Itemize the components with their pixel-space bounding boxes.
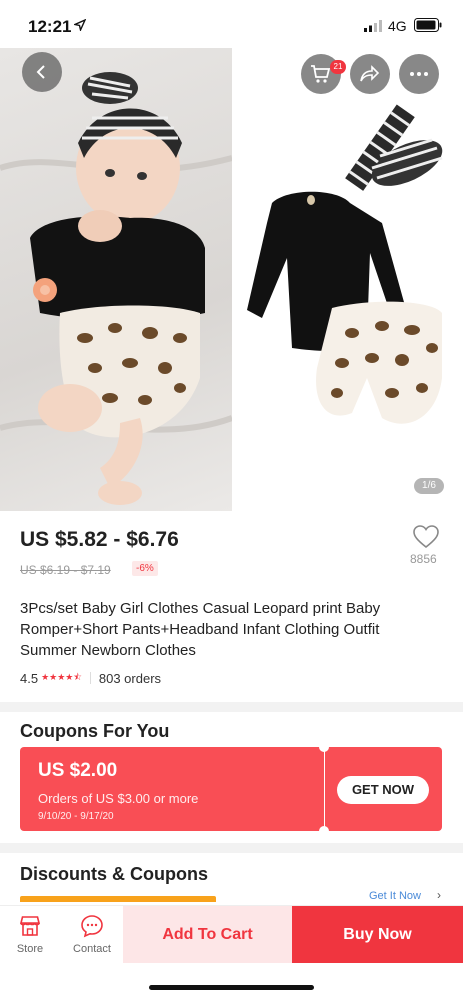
chevron-right-icon[interactable]: › [437, 888, 441, 902]
discount-badge: -6% [132, 561, 158, 576]
status-bar: 12:21 4G [0, 0, 463, 48]
get-it-now-link[interactable]: Get It Now [369, 890, 421, 902]
discounts-section-title: Discounts & Coupons [20, 864, 208, 884]
store-label: Store [16, 943, 44, 955]
network-type: 4G [388, 18, 407, 34]
coupon-dates: 9/10/20 - 9/17/20 [38, 811, 114, 822]
contact-label: Contact [73, 943, 111, 955]
discount-banner [20, 896, 216, 902]
cart-icon [311, 65, 331, 83]
home-indicator[interactable] [149, 985, 314, 990]
rating-value: 4.5 [20, 670, 39, 686]
heart-icon[interactable] [413, 525, 439, 549]
product-photo-set [232, 48, 463, 511]
orders-count: 803 orders [98, 670, 162, 686]
more-button[interactable] [399, 54, 439, 94]
rating-divider [89, 672, 91, 684]
section-divider [0, 702, 463, 712]
coupon-condition: Orders of US $3.00 or more [38, 791, 199, 806]
coupon-amount: US $2.00 [38, 760, 118, 781]
coupons-section-title: Coupons For You [20, 721, 170, 741]
product-gallery[interactable] [0, 48, 463, 511]
rating-stars: ★★★★⯪ [41, 672, 82, 682]
cart-badge: 21 [330, 60, 346, 74]
battery-icon [414, 18, 442, 32]
contact-button[interactable]: Contact [62, 906, 122, 963]
outfit-set-illustration [247, 104, 443, 424]
coupon-notch [319, 826, 329, 836]
store-button[interactable]: Store [0, 906, 60, 963]
image-counter: 1/6 [414, 478, 444, 494]
original-price: US $6.19 - $7.19 [20, 563, 111, 577]
section-divider [0, 843, 463, 853]
rating-row[interactable]: 4.5 ★★★★⯪ 803 orders [20, 670, 161, 686]
coupon-details: US $2.00 Orders of US $3.00 or more 9/10… [20, 747, 324, 831]
coupon-card[interactable]: US $2.00 Orders of US $3.00 or more 9/10… [20, 742, 442, 836]
chevron-left-icon [36, 65, 45, 79]
coupon-action: GET NOW [325, 747, 442, 831]
store-icon [19, 916, 41, 936]
bottom-action-bar: Store Contact Add To Cart Buy Now [0, 905, 463, 963]
buy-now-button[interactable]: Buy Now [292, 906, 463, 963]
signal-icon [364, 20, 382, 32]
price-range: US $5.82 - $6.76 [20, 528, 179, 551]
chat-icon [81, 915, 103, 938]
add-to-cart-button[interactable]: Add To Cart [123, 906, 292, 963]
location-arrow-icon [74, 19, 86, 31]
back-button[interactable] [22, 52, 62, 92]
more-icon [410, 72, 428, 76]
baby-illustration [0, 72, 234, 505]
share-icon [360, 65, 380, 82]
wishlist-count: 8856 [410, 552, 437, 566]
get-now-button[interactable]: GET NOW [337, 776, 429, 804]
status-time: 12:21 [28, 17, 72, 36]
product-photo-baby [0, 48, 234, 511]
coupon-notch [319, 742, 329, 752]
product-title: 3Pcs/set Baby Girl Clothes Casual Leopar… [20, 600, 381, 659]
share-button[interactable] [350, 54, 390, 94]
